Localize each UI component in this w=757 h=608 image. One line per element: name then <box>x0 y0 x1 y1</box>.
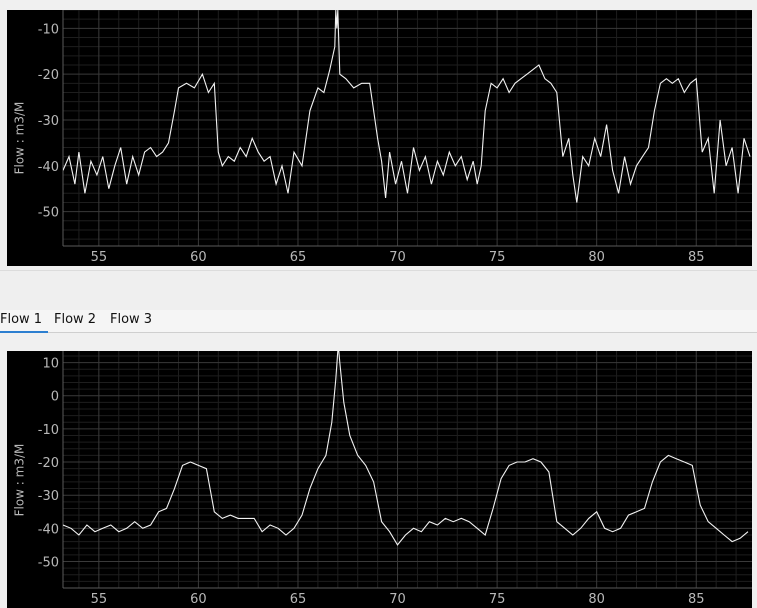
x-tick-label: 80 <box>588 250 605 265</box>
y-tick-label: -50 <box>38 555 59 570</box>
flow-series-line <box>63 351 749 546</box>
flow-chart-bottom[interactable]: 55 60 65 70 75 80 85 10 0 -10 -20 -30 -40 -50 Flow : … <box>7 351 752 608</box>
flow-chart-top[interactable]: 55 60 65 70 75 80 85 -10 -20 -30 -40 -50 Flow : m3/… <box>7 10 752 266</box>
x-tick-label: 70 <box>389 592 406 607</box>
x-tick-label: 60 <box>190 592 207 607</box>
x-tick-label: 70 <box>389 250 406 265</box>
flow-series-line <box>63 10 751 203</box>
x-tick-label: 60 <box>190 250 207 265</box>
x-tick-label: 55 <box>91 592 108 607</box>
y-tick-label: -50 <box>38 206 59 221</box>
x-tick-label: 85 <box>688 592 705 607</box>
y-axis-label-top: Flow : m3/M <box>12 101 27 175</box>
y-tick-label: -20 <box>38 68 59 83</box>
y-tick-label: 10 <box>42 357 59 372</box>
y-tick-label: 0 <box>51 390 59 405</box>
y-tick-label: -40 <box>38 522 59 537</box>
y-tick-label: -30 <box>38 489 59 504</box>
y-tick-label: -20 <box>38 456 59 471</box>
tab-flow-2[interactable]: Flow 2 <box>54 310 104 331</box>
x-tick-label: 75 <box>489 250 506 265</box>
tab-bar: Flow 1 Flow 2 Flow 3 <box>0 310 757 333</box>
y-tick-label: -40 <box>38 160 59 175</box>
y-axis-label-bottom: Flow : m3/M <box>12 443 27 516</box>
x-tick-label: 75 <box>489 592 506 607</box>
tab-flow-3[interactable]: Flow 3 <box>110 310 160 331</box>
chart-svg-top: 55 60 65 70 75 80 85 -10 -20 -30 -40 -50 <box>38 10 752 265</box>
x-tick-label: 65 <box>290 592 307 607</box>
y-tick-label: -10 <box>38 22 59 37</box>
splitter[interactable] <box>0 270 757 311</box>
tab-flow-1[interactable]: Flow 1 <box>0 310 48 333</box>
x-tick-label: 85 <box>688 250 705 265</box>
x-tick-label: 55 <box>91 250 108 265</box>
chart-svg-bottom: 55 60 65 70 75 80 85 10 0 -10 -20 -30 -40 -50 <box>38 351 752 607</box>
x-tick-label: 80 <box>588 592 605 607</box>
x-tick-label: 65 <box>290 250 307 265</box>
y-tick-label: -10 <box>38 423 59 438</box>
y-tick-label: -30 <box>38 114 59 129</box>
